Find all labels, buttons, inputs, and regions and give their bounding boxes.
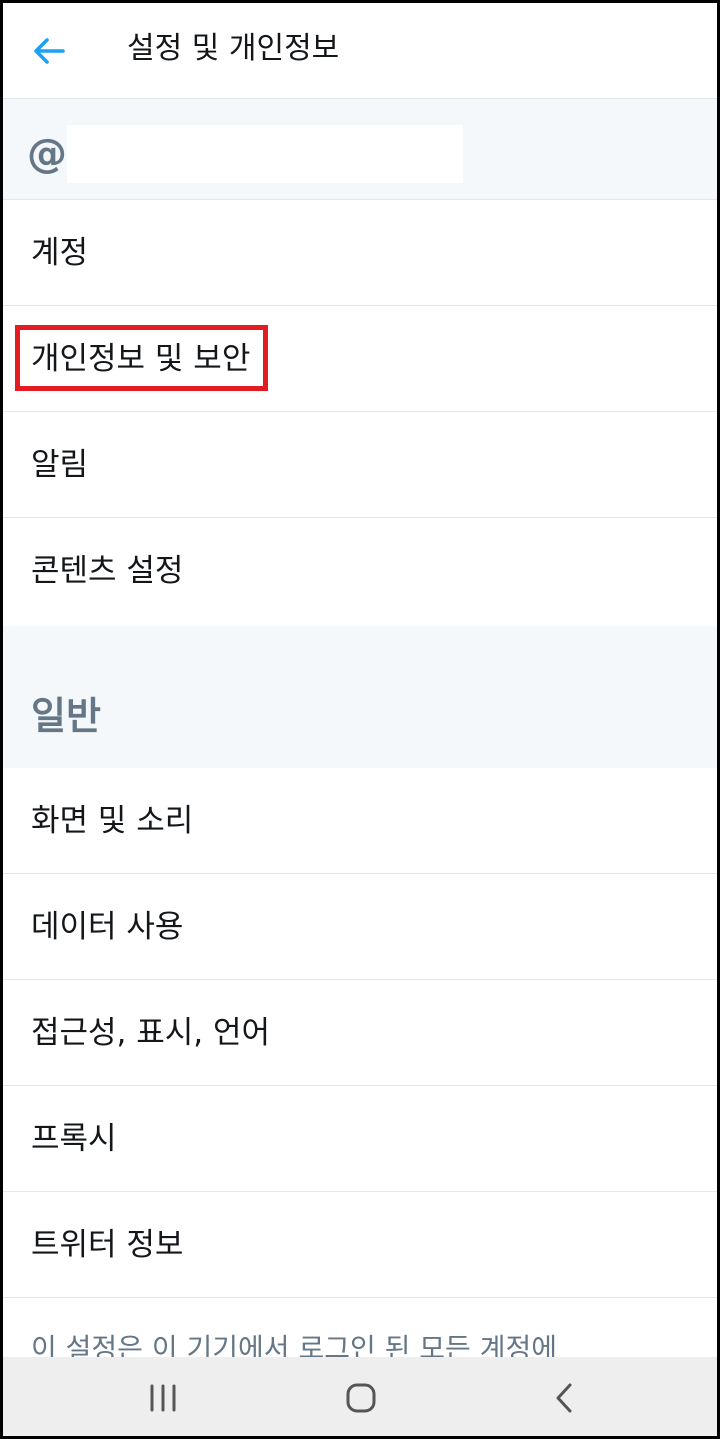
- menu-item-privacy-security[interactable]: 개인정보 및 보안: [3, 306, 717, 412]
- back-button[interactable]: [29, 31, 69, 71]
- menu-item-label: 콘텐츠 설정: [31, 552, 184, 589]
- home-icon: [346, 1383, 376, 1413]
- page-title: 설정 및 개인정보: [127, 31, 340, 66]
- system-back-button[interactable]: [505, 1357, 625, 1436]
- handle-redaction: [67, 125, 463, 183]
- menu-item-label: 프록시: [31, 1120, 117, 1157]
- menu-item-label: 접근성, 표시, 언어: [31, 1014, 271, 1051]
- menu-item-display-sound[interactable]: 화면 및 소리: [3, 768, 717, 874]
- menu-item-proxy[interactable]: 프록시: [3, 1086, 717, 1192]
- menu-item-label: 데이터 사용: [31, 908, 184, 945]
- section-title: 일반: [31, 694, 101, 738]
- system-navigation-bar: [3, 1357, 717, 1436]
- menu-item-notifications[interactable]: 알림: [3, 412, 717, 518]
- arrow-left-icon: [34, 38, 65, 64]
- menu-item-account[interactable]: 계정: [3, 200, 717, 306]
- menu-item-about-twitter[interactable]: 트위터 정보: [3, 1192, 717, 1298]
- screen: 설정 및 개인정보 @ 계정 개인정보 및 보안 알림 콘텐츠 설정 일반 화면…: [0, 0, 720, 1439]
- recent-apps-icon: [150, 1384, 176, 1412]
- account-handle: @: [27, 131, 67, 177]
- chevron-left-icon: [556, 1383, 572, 1413]
- general-section-header: 일반: [3, 626, 717, 768]
- menu-item-label: 트위터 정보: [31, 1226, 184, 1263]
- recent-apps-button[interactable]: [103, 1357, 223, 1436]
- menu-item-label: 개인정보 및 보안: [31, 340, 251, 377]
- menu-item-label: 알림: [31, 446, 89, 483]
- menu-item-data-usage[interactable]: 데이터 사용: [3, 874, 717, 980]
- menu-item-label: 화면 및 소리: [31, 802, 194, 839]
- account-handle-band: @: [3, 99, 717, 200]
- menu-item-content-settings[interactable]: 콘텐츠 설정: [3, 518, 717, 623]
- top-app-bar: 설정 및 개인정보: [3, 3, 717, 99]
- home-button[interactable]: [301, 1357, 421, 1436]
- menu-item-label: 계정: [31, 234, 89, 271]
- menu-item-accessibility[interactable]: 접근성, 표시, 언어: [3, 980, 717, 1086]
